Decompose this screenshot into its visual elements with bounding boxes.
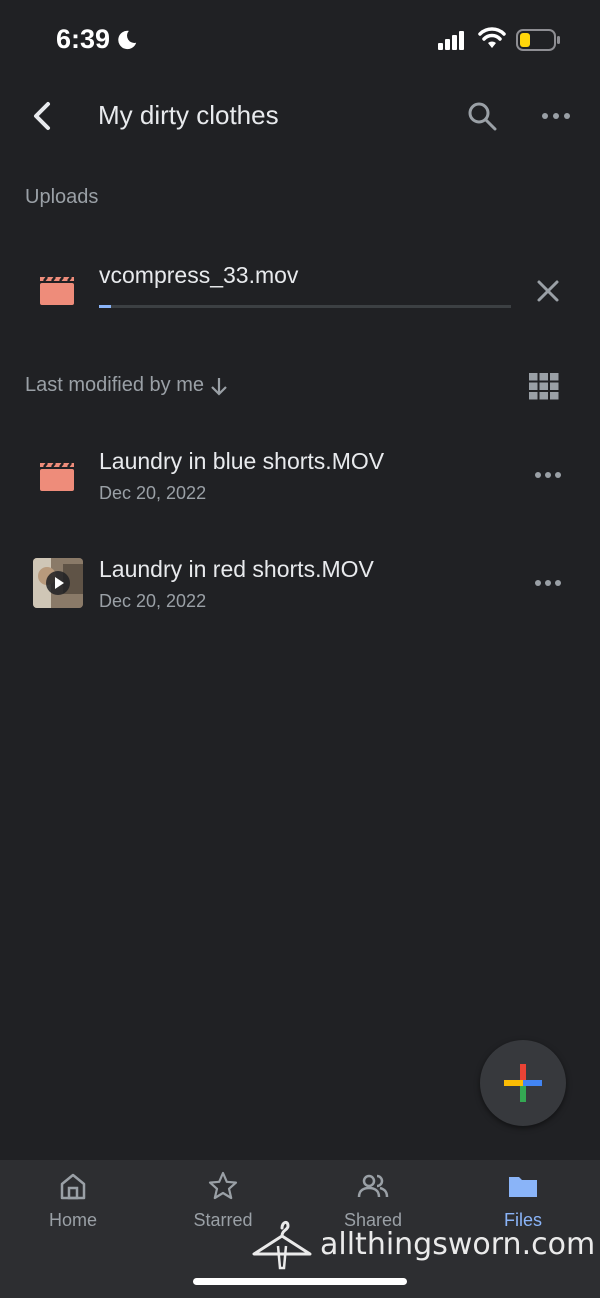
upload-file-name: vcompress_33.mov: [99, 262, 299, 288]
status-bar: 6:39: [0, 0, 600, 80]
upload-progress-fill: [99, 305, 112, 308]
hanger-icon: [252, 1220, 312, 1270]
back-icon[interactable]: [22, 96, 62, 136]
star-icon: [208, 1171, 238, 1200]
video-thumbnail: [33, 558, 83, 608]
more-options-icon[interactable]: [536, 98, 576, 134]
status-time: 6:39: [56, 24, 138, 55]
file-date: Dec 20, 2022: [99, 591, 207, 611]
watermark: allthingsworn.com: [250, 1214, 595, 1274]
file-name: Laundry in blue shorts.MOV: [99, 448, 385, 474]
file-row[interactable]: Laundry in blue shorts.MOV Dec 20, 2022: [0, 434, 600, 514]
file-name: Laundry in red shorts.MOV: [99, 556, 374, 582]
upload-item: vcompress_33.mov: [0, 248, 600, 328]
arrow-down-icon: [211, 377, 227, 396]
sort-bar: Last modified by me: [0, 370, 600, 402]
folder-icon: [509, 1177, 537, 1197]
home-indicator[interactable]: [193, 1278, 407, 1285]
watermark-text: allthingsworn.com: [320, 1226, 596, 1262]
plus-icon: [504, 1064, 542, 1102]
file-date: Dec 20, 2022: [99, 483, 207, 503]
new-item-fab[interactable]: [480, 1040, 566, 1126]
video-thumbnail-image: [33, 558, 83, 608]
home-icon: [60, 1173, 86, 1200]
video-file-icon: [40, 276, 74, 305]
nav-label: Home: [48, 1210, 97, 1230]
cancel-upload-icon[interactable]: [533, 276, 563, 306]
nav-home[interactable]: Home: [13, 1170, 133, 1250]
clock-text: 6:39: [56, 24, 111, 54]
more-options-icon[interactable]: [530, 568, 566, 598]
page-title: My dirty clothes: [98, 100, 279, 130]
wifi-icon: [478, 27, 506, 48]
signal-icon: [438, 31, 464, 50]
sort-label: Last modified by me: [25, 374, 204, 396]
upload-progress-bar: [99, 305, 511, 308]
video-file-icon: [40, 462, 74, 491]
more-options-icon[interactable]: [530, 460, 566, 490]
uploads-heading: Uploads: [25, 186, 99, 208]
battery-icon: [516, 29, 560, 51]
grid-view-icon[interactable]: [528, 372, 560, 400]
search-icon[interactable]: [464, 98, 500, 134]
people-icon: [357, 1174, 389, 1198]
moon-icon: [118, 30, 137, 49]
app-bar: My dirty clothes: [0, 84, 600, 148]
file-row[interactable]: Laundry in red shorts.MOV Dec 20, 2022: [0, 542, 600, 622]
sort-button[interactable]: Last modified by me: [25, 374, 230, 397]
